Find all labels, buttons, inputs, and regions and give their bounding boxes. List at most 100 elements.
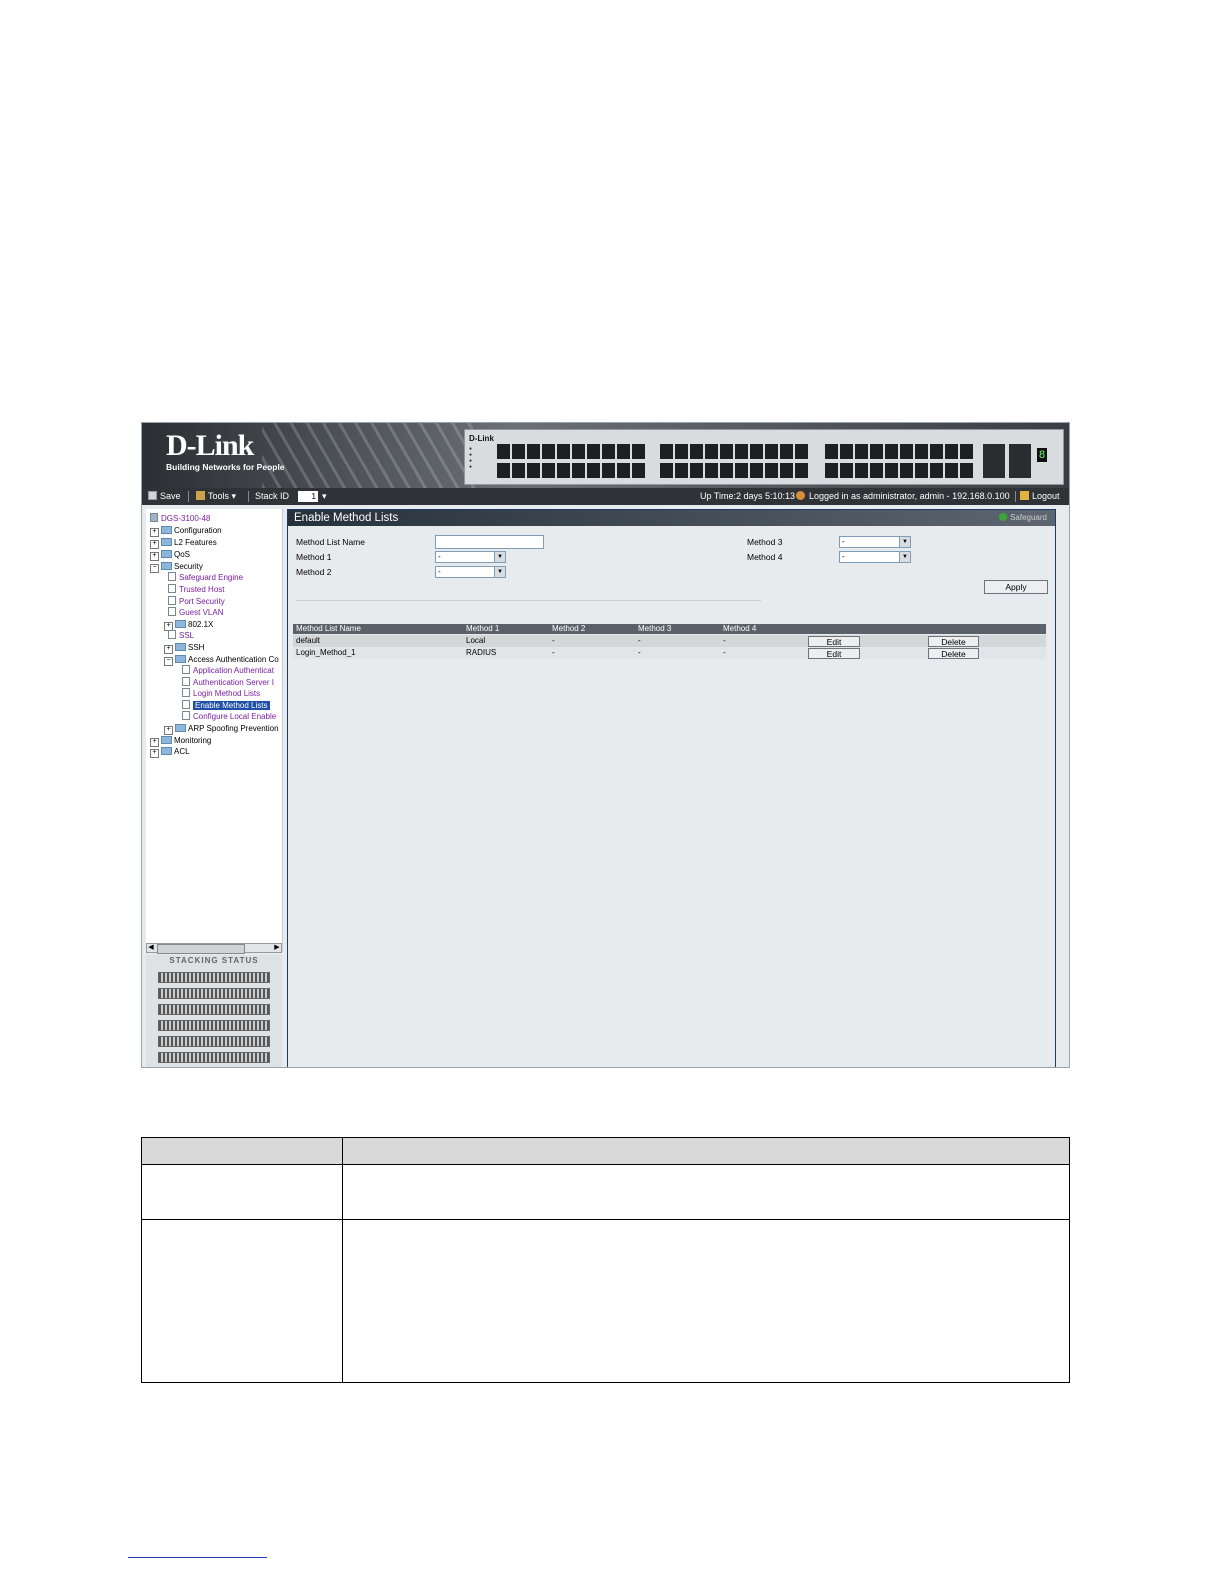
login-info: Logged in as administrator, admin - 192.… — [809, 491, 1010, 501]
stack-id-select[interactable]: 1 — [298, 491, 318, 502]
expand-icon[interactable]: + — [150, 540, 159, 549]
page-title: Enable Method Lists — [294, 512, 399, 524]
scroll-left-icon[interactable]: ◀ — [147, 944, 155, 952]
col-method-1: Method 1 — [466, 624, 500, 633]
tree-horizontal-scrollbar[interactable]: ◀ ▶ — [146, 943, 282, 954]
tree-label: ARP Spoofing Prevention — [188, 724, 279, 733]
scroll-right-icon[interactable]: ▶ — [273, 944, 281, 952]
method1-value: - — [438, 552, 441, 561]
tree-label: QoS — [174, 550, 191, 559]
tree-item-qos[interactable]: + QoS — [150, 549, 191, 561]
tree-item-acl[interactable]: + ACL — [150, 746, 190, 758]
tree-item-enable-method-lists[interactable]: Enable Method Lists — [182, 700, 270, 711]
port-group-3-bottom[interactable] — [825, 463, 975, 478]
switch-front-panel[interactable]: D-Link ● ● ● ● 8 — [464, 429, 1064, 485]
tree-item-trusted-host[interactable]: Trusted Host — [168, 584, 225, 595]
stack-unit-4[interactable] — [158, 1020, 270, 1031]
scrollbar-thumb[interactable] — [157, 944, 245, 954]
tree-item-login-method-lists[interactable]: Login Method Lists — [182, 688, 260, 699]
expand-icon[interactable]: + — [150, 528, 159, 537]
save-button[interactable]: Save — [148, 488, 181, 505]
page-icon — [168, 584, 176, 593]
delete-button[interactable]: Delete — [928, 636, 979, 647]
stack-unit-3[interactable] — [158, 1004, 270, 1015]
port-group-1-top[interactable] — [497, 444, 647, 459]
delete-button[interactable]: Delete — [928, 648, 979, 659]
main-panel: Enable Method Lists Safeguard Method Lis… — [287, 509, 1056, 1067]
tree-item-security[interactable]: − Security — [150, 561, 203, 573]
tree-label: Configuration — [174, 526, 222, 535]
tree-item-802-1x[interactable]: +802.1X — [164, 619, 214, 631]
method3-select[interactable]: - ▼ — [839, 536, 911, 548]
method4-select[interactable]: - ▼ — [839, 551, 911, 563]
folder-icon — [161, 526, 172, 534]
tree-item-access-authentication[interactable]: − Access Authentication Co — [164, 654, 279, 666]
method1-select[interactable]: - ▼ — [435, 551, 506, 563]
row-method-4: - — [723, 648, 726, 657]
folder-icon — [161, 538, 172, 546]
edit-button[interactable]: Edit — [808, 636, 860, 647]
tree-item-guest-vlan[interactable]: Guest VLAN — [168, 607, 223, 618]
expand-icon[interactable]: + — [150, 552, 159, 561]
expand-icon[interactable]: + — [164, 645, 173, 654]
tree-label: Guest VLAN — [179, 608, 224, 617]
tree-item-application-authentication[interactable]: Application Authenticat — [182, 665, 274, 676]
tree-item-configuration[interactable]: + Configuration — [150, 525, 222, 537]
method2-select[interactable]: - ▼ — [435, 566, 506, 578]
chevron-down-icon[interactable]: ▼ — [899, 552, 910, 562]
port-group-2-bottom[interactable] — [660, 463, 810, 478]
tree-label: Port Security — [179, 597, 225, 606]
tree-item-ssl[interactable]: SSL — [168, 630, 194, 641]
stack-unit-6[interactable] — [158, 1052, 270, 1063]
tree-item-l2-features[interactable]: + L2 Features — [150, 537, 217, 549]
stack-unit-5[interactable] — [158, 1036, 270, 1047]
port-group-2-top[interactable] — [660, 444, 810, 459]
tree-item-configure-local-enable[interactable]: Configure Local Enable — [182, 711, 276, 722]
chevron-down-icon[interactable]: ▼ — [899, 537, 910, 547]
toolbar-divider — [188, 491, 189, 502]
navigation-tree: DGS-3100-48 + Configuration + L2 Features … — [146, 509, 283, 951]
tools-menu-button[interactable]: Tools ▾ — [196, 488, 236, 505]
tree-item-ssh[interactable]: + SSH — [164, 642, 204, 654]
edit-button[interactable]: Edit — [808, 648, 860, 659]
page-icon — [168, 572, 176, 581]
method-list-name-input[interactable] — [435, 535, 544, 549]
banner-rays-decoration — [262, 423, 482, 488]
row-method-3: - — [638, 648, 641, 657]
save-label: Save — [160, 491, 181, 501]
tree-root-device[interactable]: DGS-3100-48 — [150, 513, 210, 524]
collapse-icon[interactable]: − — [150, 564, 159, 573]
stack-unit-2[interactable] — [158, 988, 270, 999]
chevron-down-icon[interactable]: ▼ — [494, 567, 505, 577]
logout-button[interactable]: Logout — [1020, 488, 1060, 505]
folder-icon — [175, 724, 186, 732]
apply-button[interactable]: Apply — [984, 580, 1048, 594]
tree-item-safeguard-engine[interactable]: Safeguard Engine — [168, 572, 243, 583]
port-group-3-top[interactable] — [825, 444, 975, 459]
stack-id-dropdown-icon[interactable]: ▾ — [322, 488, 327, 505]
tree-label: Access Authentication Co — [188, 655, 279, 664]
tools-icon — [196, 491, 205, 500]
tree-label: 802.1X — [188, 620, 214, 629]
tree-item-arp-spoofing-prevention[interactable]: + ARP Spoofing Prevention — [164, 723, 279, 735]
tree-label: Application Authenticat — [193, 666, 274, 675]
method-list-name-label: Method List Name — [296, 537, 365, 547]
description-table-row-divider — [142, 1219, 1069, 1220]
expand-icon[interactable]: + — [164, 726, 173, 735]
method1-label: Method 1 — [296, 552, 332, 562]
tree-item-authentication-server[interactable]: Authentication Server I — [182, 677, 274, 688]
tree-item-port-security[interactable]: Port Security — [168, 596, 225, 607]
row-method-1: Local — [466, 636, 486, 645]
expand-icon[interactable]: + — [150, 749, 159, 758]
page-icon — [168, 630, 176, 639]
stack-unit-1[interactable] — [158, 972, 270, 983]
sfp-ports[interactable] — [983, 444, 1033, 478]
collapse-icon[interactable]: − — [164, 657, 173, 666]
page-icon — [182, 677, 190, 686]
chevron-down-icon[interactable]: ▼ — [494, 552, 505, 562]
footer-rule — [128, 1557, 267, 1558]
safeguard-indicator: Safeguard — [999, 513, 1047, 523]
tree-item-monitoring[interactable]: + Monitoring — [150, 735, 211, 747]
port-group-1-bottom[interactable] — [497, 463, 647, 478]
tools-label: Tools — [208, 491, 230, 501]
